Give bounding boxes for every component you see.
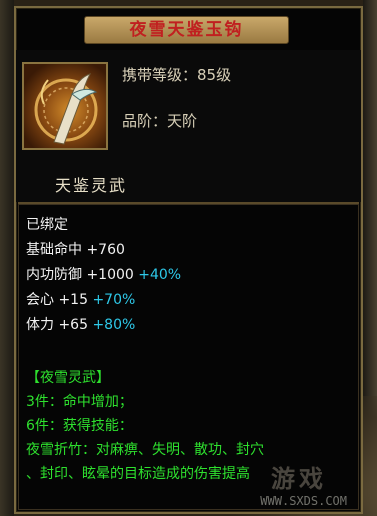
attribute-row: 体力 +65 +80% xyxy=(26,317,136,333)
set-title: 【夜雪灵武】 xyxy=(26,370,110,386)
weapon-hook-icon xyxy=(24,64,106,148)
watermark-logo: 游戏 xyxy=(271,465,327,493)
set-bonus-3: 3件：命中增加； xyxy=(26,394,133,410)
weapon-hook-art xyxy=(34,73,98,145)
background-left xyxy=(0,0,14,516)
set-bonus-6: 6件：获得技能： xyxy=(26,418,133,434)
item-title-bar: 夜雪天鉴玉钩 xyxy=(84,16,289,44)
item-subtype: 天鉴灵武 xyxy=(55,176,128,195)
carry-level: 携带等级：85级 xyxy=(122,66,232,84)
bound-status: 已绑定 xyxy=(26,217,68,233)
attribute-row: 内功防御 +1000 +40% xyxy=(26,267,182,283)
set-skill-line-2: 、封印、眩晕的目标造成的伤害提高 xyxy=(26,466,250,482)
item-icon xyxy=(22,62,108,150)
attribute-row: 会心 +15 +70% xyxy=(26,292,136,308)
item-name: 夜雪天鉴玉钩 xyxy=(129,20,244,40)
watermark-url: WWW.SXDS.COM xyxy=(260,494,347,508)
attribute-row: 基础命中 +760 xyxy=(26,242,125,258)
set-skill-line-1: 夜雪折竹：对麻痹、失明、散功、封穴 xyxy=(26,442,264,458)
item-grade: 品阶：天阶 xyxy=(122,112,198,130)
